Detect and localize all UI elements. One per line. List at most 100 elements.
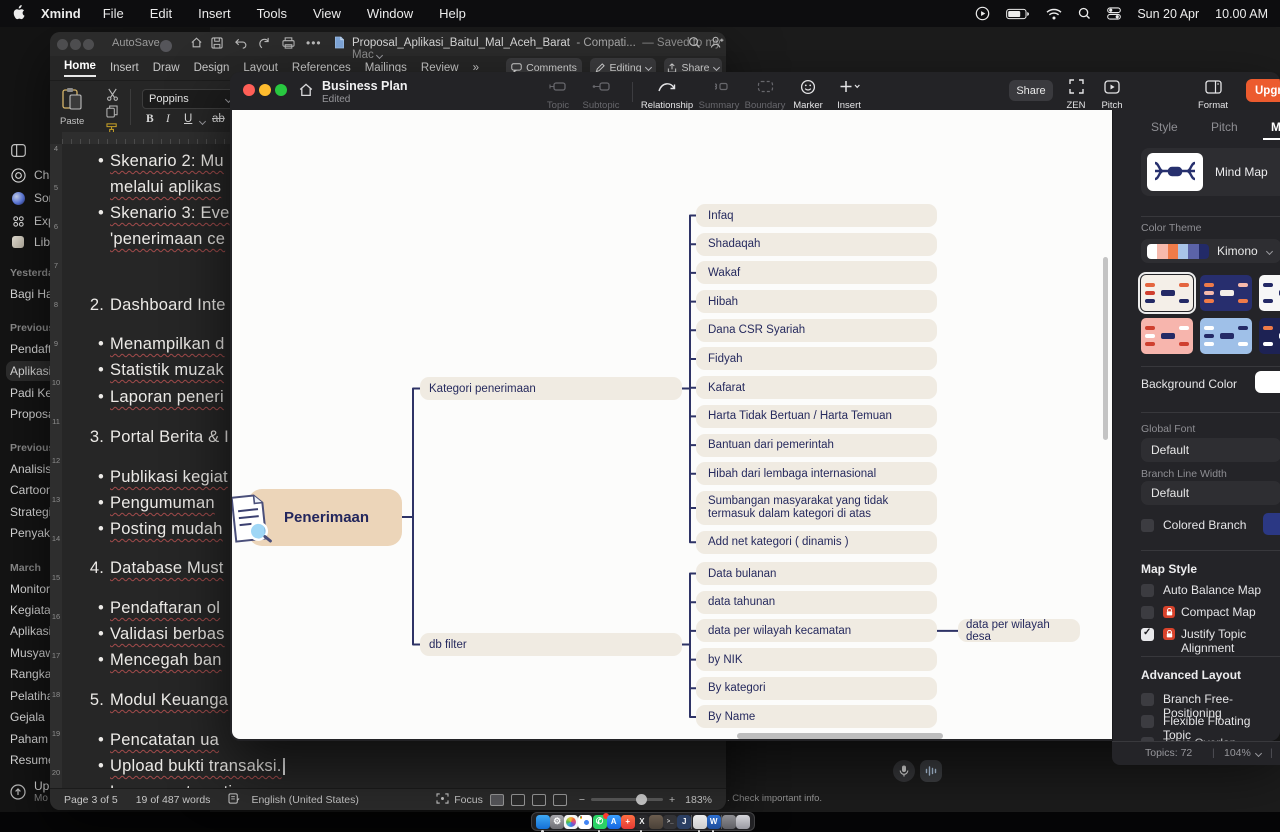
theme-thumbnail[interactable] [1141, 318, 1193, 354]
subtopic[interactable]: By Name [696, 705, 937, 728]
zoom-out-button[interactable]: − [579, 794, 585, 806]
tab-home[interactable]: Home [64, 60, 96, 77]
bold-button[interactable]: B [146, 113, 154, 125]
vertical-scrollbar[interactable] [1103, 257, 1108, 440]
strikethrough-button[interactable]: ab [212, 113, 225, 125]
autosave-toggle[interactable] [160, 40, 172, 52]
insert-tool[interactable]: Insert [822, 78, 876, 113]
home-icon[interactable] [298, 82, 314, 103]
tab-draw[interactable]: Draw [153, 62, 180, 74]
control-center-icon[interactable] [1107, 7, 1121, 20]
zoom-slider[interactable] [591, 798, 663, 801]
theme-thumbnail[interactable] [1200, 318, 1252, 354]
subtopic-tool[interactable]: Subtopic [574, 78, 628, 113]
minimize-button[interactable] [70, 39, 81, 50]
spellcheck-icon[interactable] [228, 793, 241, 807]
apple-menu-icon[interactable] [12, 5, 25, 23]
subtopic[interactable]: Data bulanan [696, 562, 937, 585]
subtopic[interactable]: By kategori [696, 677, 937, 700]
tab-insert[interactable]: Insert [110, 62, 139, 74]
tab-style[interactable]: Style [1151, 120, 1178, 134]
branch-color-swatch[interactable] [1263, 513, 1280, 535]
zoom-percent[interactable]: 183% [685, 794, 712, 806]
language-indicator[interactable]: English (United States) [251, 794, 358, 806]
subtopic[interactable]: Shadaqah [696, 233, 937, 256]
dock-photos-icon[interactable] [564, 815, 578, 829]
menu-view[interactable]: View [313, 6, 341, 21]
dock-word-icon[interactable] [707, 815, 721, 829]
theme-thumbnail[interactable] [1259, 318, 1280, 354]
flexible-floating-topic-checkbox[interactable] [1141, 715, 1154, 728]
save-icon[interactable] [211, 36, 223, 54]
search-icon[interactable] [688, 36, 701, 54]
share-person-icon[interactable] [710, 36, 724, 54]
subtopic[interactable]: Add net kategori ( dinamis ) [696, 531, 937, 554]
media-play-icon[interactable] [975, 6, 990, 21]
branch-width-select[interactable]: Default [1141, 481, 1280, 505]
dock-xmind-icon[interactable] [635, 815, 649, 829]
dictation-mic-button[interactable] [893, 760, 915, 782]
wifi-icon[interactable] [1046, 8, 1062, 20]
menubar-date[interactable]: Sun 20 Apr [1137, 7, 1199, 21]
focus-icon[interactable] [436, 793, 449, 807]
pitch-tool[interactable]: Pitch [1092, 78, 1132, 113]
dock-appstore-icon[interactable] [607, 815, 621, 829]
compact-map-checkbox[interactable] [1141, 606, 1154, 619]
menu-file[interactable]: File [103, 6, 124, 21]
background-color-swatch[interactable] [1255, 371, 1280, 393]
horizontal-scrollbar[interactable] [737, 733, 943, 739]
home-icon[interactable] [190, 36, 203, 54]
minimize-button[interactable] [259, 84, 271, 96]
zoom-dropdown-chevron[interactable] [1255, 750, 1262, 757]
undo-icon[interactable] [234, 36, 248, 54]
battery-icon[interactable] [1006, 8, 1030, 20]
menu-window[interactable]: Window [367, 6, 413, 21]
dock-terminal-icon[interactable] [663, 815, 677, 829]
theme-thumbnail-selected[interactable] [1141, 275, 1193, 311]
print-icon[interactable] [282, 36, 295, 54]
page-indicator[interactable]: Page 3 of 5 [64, 794, 118, 806]
canvas-zoom-level[interactable]: 104% [1224, 747, 1251, 759]
subtopic[interactable]: Sumbangan masyarakat yang tidak termasuk… [696, 491, 937, 525]
subtopic[interactable]: Bantuan dari pemerintah [696, 434, 937, 457]
dock-launcher-icon[interactable] [621, 815, 635, 829]
global-font-select[interactable]: Default [1141, 438, 1280, 462]
dock-trash-icon[interactable] [736, 815, 750, 829]
focus-label[interactable]: Focus [454, 794, 483, 806]
menu-tools[interactable]: Tools [257, 6, 287, 21]
font-name-select[interactable]: Poppins [142, 89, 238, 109]
tab-design[interactable]: Design [194, 62, 230, 74]
dock-whatsapp-icon[interactable] [593, 815, 607, 829]
subtopic[interactable]: Infaq [696, 204, 937, 227]
dock-downloads-icon[interactable] [722, 815, 736, 829]
auto-balance-checkbox[interactable] [1141, 584, 1154, 597]
branch-topic[interactable]: Kategori penerimaan [420, 377, 682, 400]
dock-notes-icon[interactable] [649, 815, 663, 829]
print-layout-view-icon[interactable] [490, 794, 504, 806]
subtopic[interactable]: data tahunan [696, 591, 937, 614]
underline-dropdown[interactable] [199, 118, 206, 125]
paste-button[interactable]: Paste [60, 87, 84, 127]
branch-topic[interactable]: db filter [420, 633, 682, 656]
subtopic-level4[interactable]: data per wilayah desa [958, 619, 1080, 642]
subtopic[interactable]: Harta Tidak Bertuan / Harta Temuan [696, 405, 937, 428]
justify-alignment-checkbox[interactable] [1141, 628, 1154, 641]
draft-view-icon[interactable] [553, 794, 567, 806]
colored-branch-checkbox[interactable] [1141, 519, 1154, 532]
menu-help[interactable]: Help [439, 6, 466, 21]
dock-app-icon[interactable] [677, 815, 691, 829]
branch-free-positioning-checkbox[interactable] [1141, 693, 1154, 706]
subtopic[interactable]: data per wilayah kecamatan [696, 619, 937, 642]
menu-insert[interactable]: Insert [198, 6, 231, 21]
dock-finder-icon[interactable] [536, 815, 550, 829]
vertical-ruler[interactable]: 4567891011121314151617181920 [50, 144, 62, 788]
italic-button[interactable]: I [166, 113, 170, 125]
word-count[interactable]: 19 of 487 words [136, 794, 211, 806]
cut-icon[interactable] [106, 88, 119, 106]
tab-pitch[interactable]: Pitch [1211, 120, 1238, 134]
structure-card[interactable]: Mind Map [1141, 148, 1280, 196]
outline-view-icon[interactable] [532, 794, 546, 806]
close-button[interactable] [243, 84, 255, 96]
format-panel-tool[interactable]: Format [1188, 78, 1238, 113]
subtopic[interactable]: by NIK [696, 648, 937, 671]
